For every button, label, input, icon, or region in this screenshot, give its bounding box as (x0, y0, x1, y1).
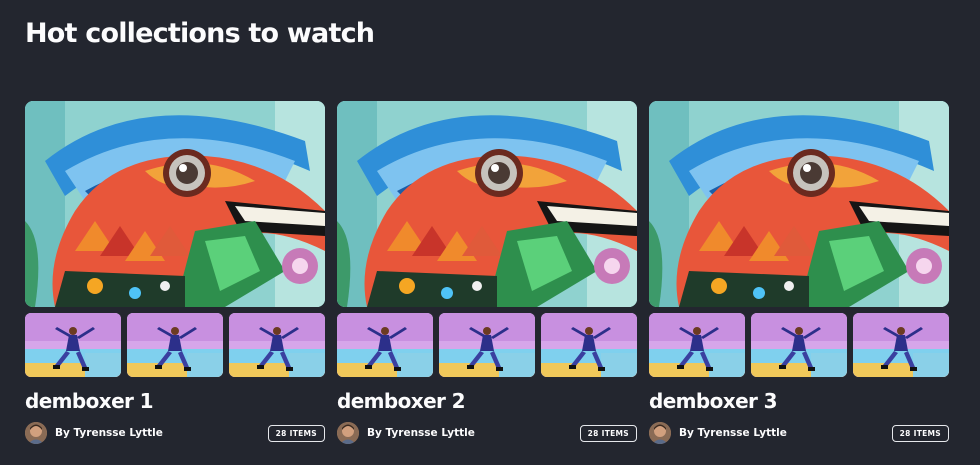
collection-cover-image[interactable] (649, 101, 949, 307)
thumbnail-image[interactable] (439, 313, 535, 377)
collection-card[interactable]: demboxer 2 By Tyrensse Lyttle 28 ITEMS (337, 101, 637, 444)
section-title: Hot collections to watch (25, 18, 375, 49)
items-count-badge: 28 ITEMS (891, 424, 949, 442)
author-name[interactable]: By Tyrensse Lyttle (679, 427, 787, 439)
thumbnail-image[interactable] (337, 313, 433, 377)
thumbnail-image[interactable] (541, 313, 637, 377)
collection-thumbnails (25, 313, 325, 377)
thumbnail-image[interactable] (649, 313, 745, 377)
thumbnail-image[interactable] (853, 313, 949, 377)
collection-thumbnails (337, 313, 637, 377)
collection-meta: By Tyrensse Lyttle 28 ITEMS (25, 422, 325, 444)
author-avatar[interactable] (649, 422, 671, 444)
collection-cover-image[interactable] (337, 101, 637, 307)
bird-artwork-image (649, 101, 949, 307)
thumbnail-image[interactable] (127, 313, 223, 377)
collection-meta: By Tyrensse Lyttle 28 ITEMS (337, 422, 637, 444)
items-count-badge: 28 ITEMS (579, 424, 637, 442)
hot-collections-section: Hot collections to watch demboxer 1 By T… (0, 0, 980, 465)
collection-title[interactable]: demboxer 1 (25, 389, 325, 413)
collection-thumbnails (649, 313, 949, 377)
thumbnail-image[interactable] (25, 313, 121, 377)
collection-title[interactable]: demboxer 3 (649, 389, 949, 413)
collection-cover-image[interactable] (25, 101, 325, 307)
collection-card[interactable]: demboxer 3 By Tyrensse Lyttle 28 ITEMS (649, 101, 949, 444)
thumbnail-image[interactable] (229, 313, 325, 377)
author-avatar[interactable] (337, 422, 359, 444)
collection-meta: By Tyrensse Lyttle 28 ITEMS (649, 422, 949, 444)
collection-title[interactable]: demboxer 2 (337, 389, 637, 413)
author-name[interactable]: By Tyrensse Lyttle (367, 427, 475, 439)
collection-card[interactable]: demboxer 1 By Tyrensse Lyttle 28 ITEMS (25, 101, 325, 444)
bird-artwork-image (337, 101, 637, 307)
items-count-badge: 28 ITEMS (267, 424, 325, 442)
thumbnail-image[interactable] (751, 313, 847, 377)
bird-artwork-image (25, 101, 325, 307)
author-name[interactable]: By Tyrensse Lyttle (55, 427, 163, 439)
author-avatar[interactable] (25, 422, 47, 444)
